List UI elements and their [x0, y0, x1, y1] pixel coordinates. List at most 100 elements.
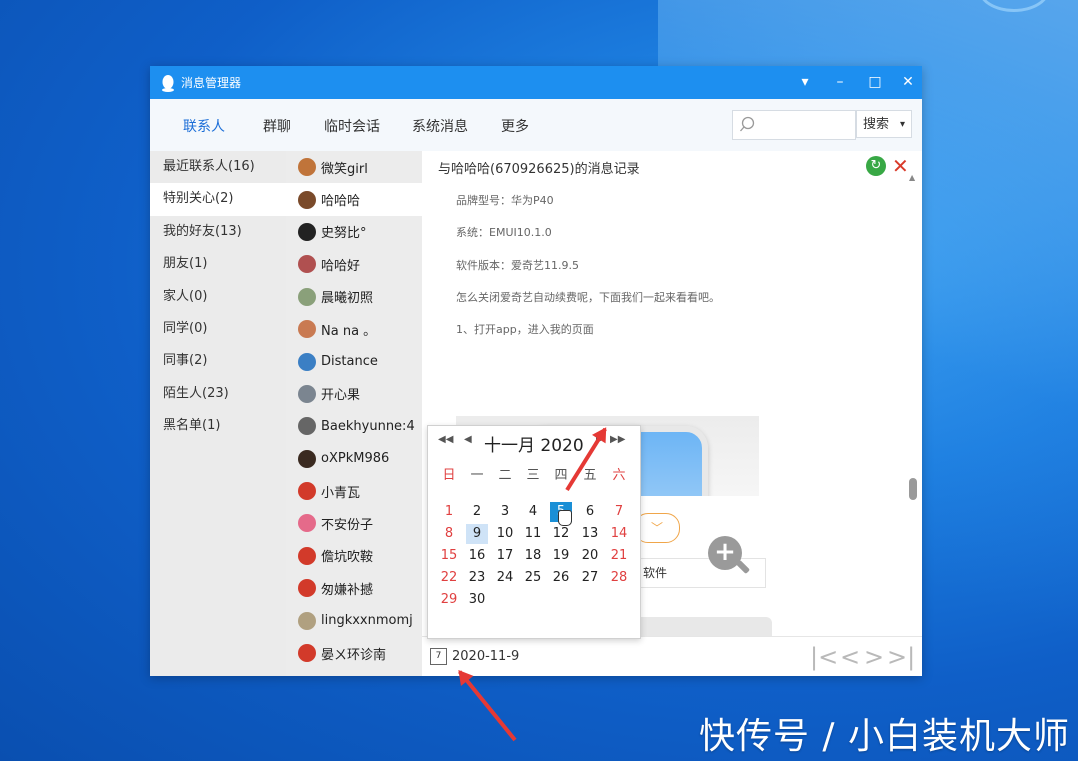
avatar	[298, 352, 316, 371]
zoom-in-icon[interactable]: +	[708, 536, 742, 570]
group-friends[interactable]: 朋友(1)	[150, 248, 286, 280]
calendar-day[interactable]: 28	[608, 568, 630, 588]
contact-item[interactable]: lingkxxnmomj	[286, 604, 422, 636]
calendar-day[interactable]: 17	[494, 546, 516, 566]
contact-item[interactable]: 儋坑吹鞍	[286, 540, 422, 572]
group-my-friends[interactable]: 我的好友(13)	[150, 216, 286, 248]
calendar-day[interactable]: 6	[579, 502, 601, 522]
calendar-day[interactable]: 27	[579, 568, 601, 588]
next-page-icon[interactable]: >	[864, 643, 884, 671]
calendar-day[interactable]: 19	[550, 546, 572, 566]
contact-name: 小青瓦	[321, 485, 361, 501]
calendar-day[interactable]: 24	[494, 568, 516, 588]
tab-more[interactable]: 更多	[501, 116, 529, 136]
qq-penguin-icon	[162, 75, 174, 92]
calendar-day[interactable]: 8	[438, 524, 460, 544]
avatar	[298, 384, 316, 403]
group-blacklist[interactable]: 黑名单(1)	[150, 410, 286, 442]
search-input[interactable]	[732, 110, 856, 140]
search-icon	[740, 116, 755, 132]
contact-name: 晨曦初照	[321, 291, 374, 307]
contact-name: Baekhyunne:4	[321, 418, 415, 434]
contact-item[interactable]: oXPkM986	[286, 443, 422, 475]
contact-item[interactable]: 小青瓦	[286, 475, 422, 507]
group-special-care[interactable]: 特别关心(2)	[150, 183, 286, 216]
scroll-up-arrow-icon[interactable]: ▲	[909, 173, 915, 182]
contact-item[interactable]: 哈哈好	[286, 248, 422, 280]
group-colleagues[interactable]: 同事(2)	[150, 345, 286, 377]
selected-date[interactable]: 2020-11-9	[452, 649, 519, 664]
close-window-button[interactable]: ✕	[897, 72, 919, 92]
calendar-day[interactable]: 26	[550, 568, 572, 588]
group-classmates[interactable]: 同学(0)	[150, 313, 286, 345]
group-strangers[interactable]: 陌生人(23)	[150, 378, 286, 410]
contact-item[interactable]: 开心果	[286, 378, 422, 410]
avatar	[298, 255, 316, 274]
contact-item[interactable]: Distance	[286, 345, 422, 377]
search-button[interactable]: 搜索 ▾	[856, 110, 912, 138]
calendar-day[interactable]: 16	[466, 546, 488, 566]
contact-item[interactable]: 史努比°	[286, 216, 422, 248]
scroll-thumb[interactable]	[909, 478, 917, 500]
calendar-icon[interactable]: 7	[430, 648, 447, 665]
calendar-day[interactable]: 15	[438, 546, 460, 566]
calendar-day[interactable]: 4	[522, 502, 544, 522]
title-bar[interactable]: 消息管理器 ▾ – □ ✕	[150, 66, 922, 99]
calendar-day[interactable]: 30	[466, 590, 488, 610]
contact-name: Na na 。	[321, 323, 377, 339]
calendar-day[interactable]: 3	[494, 502, 516, 522]
search-options-caret-icon[interactable]: ▾	[900, 111, 905, 139]
contact-item[interactable]: 哈哈哈	[286, 183, 422, 216]
last-page-icon[interactable]: >|	[887, 643, 915, 671]
delete-record-icon[interactable]: ✕	[892, 154, 909, 178]
calendar-day[interactable]: 22	[438, 568, 460, 588]
message-line: 品牌型号：华为P40	[456, 194, 554, 207]
message-line: 软件版本：爱奇艺11.9.5	[456, 259, 579, 272]
contact-name: oXPkM986	[321, 451, 390, 467]
calendar-day[interactable]: 1	[438, 502, 460, 522]
calendar-day[interactable]: 20	[579, 546, 601, 566]
prev-year-icon[interactable]: ◀◀	[438, 434, 453, 445]
avatar	[298, 158, 316, 177]
group-family[interactable]: 家人(0)	[150, 281, 286, 313]
window-menu-dropdown-button[interactable]: ▾	[794, 72, 816, 92]
group-recent[interactable]: 最近联系人(16)	[150, 151, 286, 183]
next-year-icon[interactable]: ▶▶	[610, 434, 625, 445]
previous-page-icon[interactable]: <	[840, 643, 860, 671]
contact-item[interactable]: 晏ㄨ环诊南	[286, 637, 422, 669]
tab-system-messages[interactable]: 系统消息	[412, 116, 468, 136]
prev-month-icon[interactable]: ◀	[464, 434, 472, 445]
calendar-day[interactable]: 7	[608, 502, 630, 522]
calendar-day[interactable]: 18	[522, 546, 544, 566]
contact-item[interactable]: 微笑girl	[286, 151, 422, 183]
contact-item[interactable]: 匆嫌补撼	[286, 572, 422, 604]
calendar-day[interactable]: 29	[438, 590, 460, 610]
message-line: 系统：EMUI10.1.0	[456, 226, 552, 239]
watermark-text: 快传号 / 小白装机大师	[698, 716, 1070, 757]
calendar-day[interactable]: 14	[608, 524, 630, 544]
calendar-day[interactable]: 9	[466, 524, 488, 544]
contact-item[interactable]: 不安份子	[286, 507, 422, 539]
calendar-day[interactable]: 23	[466, 568, 488, 588]
contact-name: 不安份子	[321, 517, 374, 533]
contact-item[interactable]: Na na 。	[286, 313, 422, 345]
refresh-icon[interactable]: ↻	[866, 156, 886, 176]
tab-group-chat[interactable]: 群聊	[263, 116, 291, 136]
contact-item[interactable]: 晨曦初照	[286, 281, 422, 313]
tab-temp-session[interactable]: 临时会话	[324, 116, 380, 136]
calendar-day[interactable]: 2	[466, 502, 488, 522]
calendar-day[interactable]: 21	[608, 546, 630, 566]
contact-item[interactable]: Baekhyunne:4	[286, 410, 422, 442]
calendar-day[interactable]: 12	[550, 524, 572, 544]
calendar-day[interactable]: 10	[494, 524, 516, 544]
minimize-button[interactable]: –	[829, 72, 851, 92]
tab-contacts[interactable]: 联系人	[183, 116, 225, 136]
maximize-button[interactable]: □	[864, 72, 886, 92]
avatar	[298, 190, 316, 209]
calendar-day[interactable]: 25	[522, 568, 544, 588]
record-scrollbar[interactable]: ▲ ▼	[909, 173, 921, 673]
calendar-day[interactable]: 13	[579, 524, 601, 544]
first-page-icon[interactable]: |<	[810, 643, 838, 671]
calendar-day[interactable]: 11	[522, 524, 544, 544]
weekday-label: 一	[470, 468, 484, 483]
